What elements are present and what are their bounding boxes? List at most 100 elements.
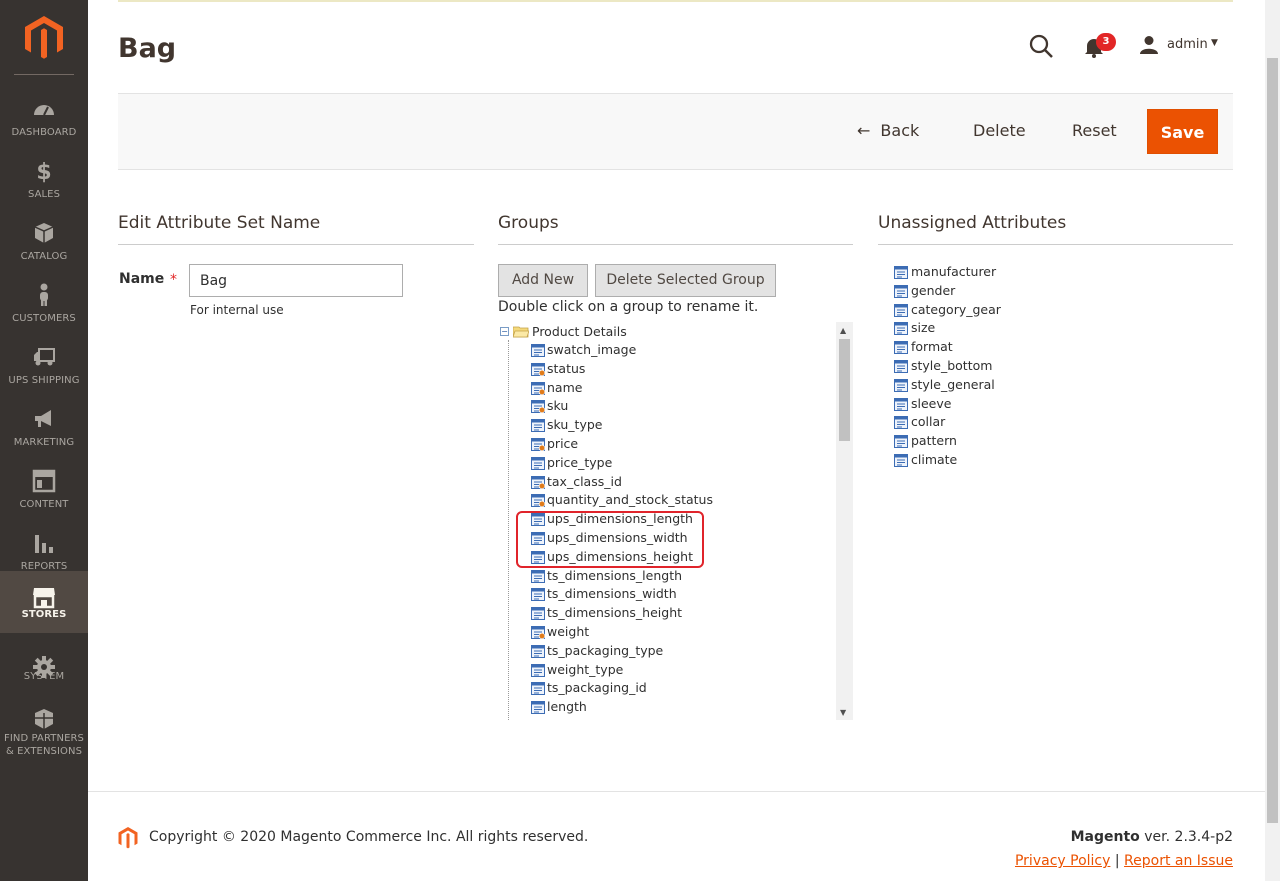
nav-label-customers: CUSTOMERS: [12, 313, 76, 324]
tree-scrollbar[interactable]: ▲ ▼: [836, 322, 853, 720]
nav-label-catalog: CATALOG: [20, 251, 68, 262]
nav-label-system: SYSTEM: [23, 671, 65, 682]
search-icon[interactable]: [1028, 33, 1054, 59]
attribute-icon: [531, 475, 545, 489]
nav-dashboard[interactable]: DASHBOARD: [0, 89, 88, 151]
attribute-icon: [531, 607, 545, 621]
page-actions-bar: [118, 93, 1233, 170]
unassigned-attribute-label: format: [911, 339, 953, 355]
unassigned-attribute-label: climate: [911, 452, 958, 467]
attribute-icon: [894, 397, 908, 411]
privacy-policy-link[interactable]: Privacy Policy: [1015, 853, 1110, 869]
user-icon[interactable]: [1139, 35, 1159, 55]
tree-attribute-label: sku_type: [547, 417, 603, 433]
add-new-group-button[interactable]: Add New: [498, 264, 588, 297]
store-icon: [33, 588, 55, 609]
groups-hint: Double click on a group to rename it.: [498, 299, 759, 315]
magento-logo-icon[interactable]: [24, 16, 64, 60]
nav-label-find-partners-2: & EXTENSIONS: [5, 746, 83, 757]
nav-sales[interactable]: $ SALES: [0, 151, 88, 213]
user-menu[interactable]: admin: [1167, 37, 1208, 52]
attribute-icon: [894, 284, 908, 298]
tree-scrollbar-thumb[interactable]: [839, 339, 850, 441]
copyright-text: Copyright © 2020 Magento Commerce Inc. A…: [149, 829, 589, 845]
chevron-down-icon[interactable]: ▼: [1211, 38, 1218, 48]
nav-label-ups-shipping: UPS SHIPPING: [8, 375, 80, 386]
tree-attribute-label: name: [547, 379, 583, 395]
report-issue-link[interactable]: Report an Issue: [1124, 853, 1233, 869]
tree-attribute-label: price_type: [547, 454, 613, 470]
unassigned-attribute-label: manufacturer: [911, 264, 997, 279]
attribute-icon: [531, 663, 545, 677]
magento-logo-icon: [118, 827, 138, 849]
nav-content[interactable]: CONTENT: [0, 461, 88, 523]
attribute-icon: [531, 701, 545, 715]
tree-attribute-label: ts_packaging_type: [547, 642, 664, 658]
divider: [118, 244, 474, 245]
attribute-icon: [531, 588, 545, 602]
divider: [878, 244, 1233, 245]
page-scrollbar-thumb[interactable]: [1267, 58, 1278, 823]
version-number: ver. 2.3.4-p2: [1139, 829, 1233, 845]
attribute-icon: [894, 303, 908, 317]
back-button[interactable]: ← Back: [857, 121, 919, 140]
name-field[interactable]: [189, 264, 403, 297]
notification-badge[interactable]: 3: [1096, 33, 1116, 51]
save-button[interactable]: Save: [1147, 109, 1218, 154]
tree-attribute-label: price: [547, 436, 579, 451]
dashboard-icon: [34, 105, 54, 116]
unassigned-attribute-label: category_gear: [911, 301, 1001, 317]
megaphone-icon: [35, 410, 51, 427]
unassigned-attribute-label: style_bottom: [911, 358, 993, 373]
nav-label-find-partners: FIND PARTNERS: [3, 733, 85, 744]
collapse-icon[interactable]: −: [500, 327, 509, 336]
unassigned-attribute-label: pattern: [911, 433, 957, 449]
nav-label-marketing: MARKETING: [13, 437, 75, 448]
nav-find-partners[interactable]: FIND PARTNERS & EXTENSIONS: [0, 709, 88, 761]
attribute-icon: [894, 454, 908, 467]
nav-system[interactable]: SYSTEM: [0, 647, 88, 709]
nav-label-stores: STORES: [21, 609, 67, 620]
delete-button[interactable]: Delete: [973, 121, 1026, 140]
page-scrollbar[interactable]: [1265, 0, 1280, 881]
nav-label-content: CONTENT: [19, 499, 69, 510]
attribute-icon: [531, 419, 545, 433]
box-icon: [34, 223, 54, 243]
reset-button[interactable]: Reset: [1072, 121, 1117, 140]
arrow-left-icon: ←: [857, 121, 871, 140]
attribute-icon: [531, 362, 545, 376]
delete-selected-group-button[interactable]: Delete Selected Group: [595, 264, 776, 297]
nav-marketing[interactable]: MARKETING: [0, 399, 88, 461]
tree-attribute-label: weight_type: [547, 661, 624, 677]
attribute-icon: [531, 644, 545, 658]
attribute-icon: [894, 341, 908, 355]
nav-catalog[interactable]: CATALOG: [0, 213, 88, 275]
attribute-icon: [894, 266, 908, 279]
system-message-strip: [118, 0, 1233, 2]
scroll-up-icon[interactable]: ▲: [840, 326, 846, 335]
unassigned-attribute-label: style_general: [911, 376, 995, 392]
tree-attribute-label: sku: [547, 398, 569, 414]
scroll-down-icon[interactable]: ▼: [840, 708, 846, 717]
highlight-annotation: [516, 511, 704, 568]
tree-attribute-label: weight: [547, 624, 590, 639]
folder-open-icon: [513, 326, 529, 338]
dollar-icon: $: [36, 160, 51, 183]
tree-attribute-label: quantity_and_stock_status: [547, 492, 713, 508]
attribute-icon: [531, 569, 545, 583]
attribute-icon: [531, 438, 545, 451]
svg-text:$: $: [36, 160, 51, 183]
tree-attribute-label: status: [547, 360, 586, 376]
edit-name-title: Edit Attribute Set Name: [118, 213, 321, 233]
unassigned-attribute-label: size: [911, 320, 936, 336]
nav-customers[interactable]: CUSTOMERS: [0, 275, 88, 337]
name-label: Name: [119, 271, 165, 287]
nav-label-dashboard: DASHBOARD: [11, 127, 77, 138]
truck-icon: [34, 348, 55, 366]
bar-chart-icon: [35, 535, 53, 553]
tree-attribute-label: ts_dimensions_length: [547, 567, 683, 583]
unassigned-attribute-label: gender: [911, 282, 956, 298]
unassigned-attribute-label: collar: [911, 414, 946, 430]
nav-stores[interactable]: STORES: [0, 571, 88, 633]
nav-ups-shipping[interactable]: UPS SHIPPING: [0, 337, 88, 399]
